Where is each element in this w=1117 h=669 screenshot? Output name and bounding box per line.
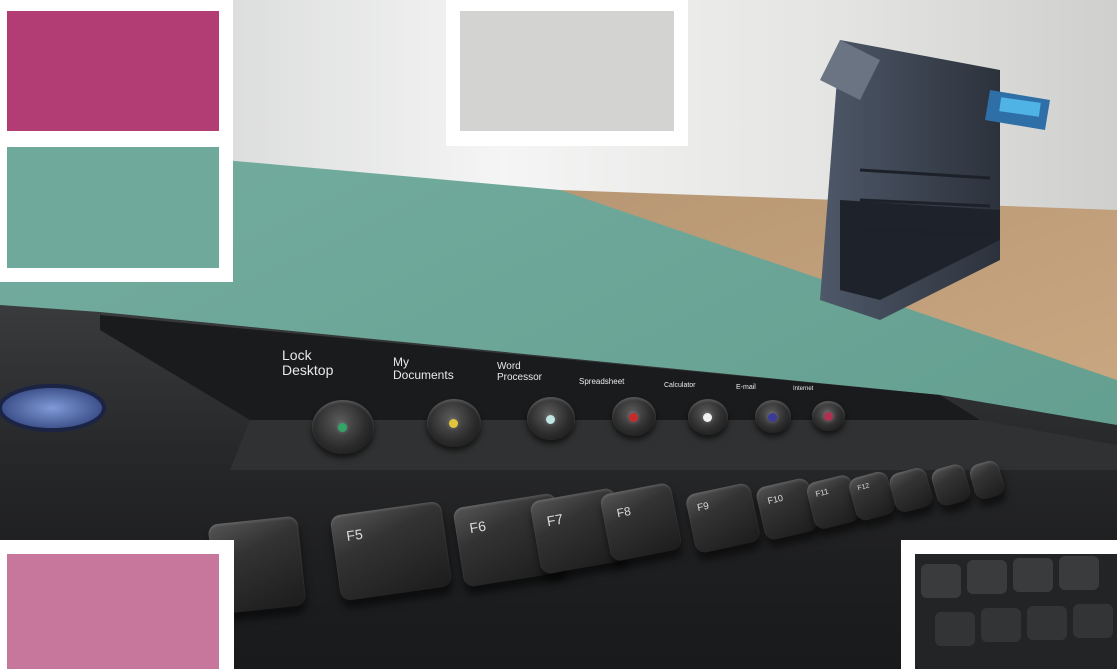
my-documents-key — [427, 399, 481, 447]
grey-tile — [446, 0, 688, 146]
white-led-icon — [703, 413, 712, 422]
word-processor-key — [527, 397, 575, 440]
hotkey-label-calculator: Calculator — [664, 382, 696, 389]
internet-key — [812, 401, 845, 431]
hotkey-label-my-documents: My Documents — [393, 355, 454, 382]
grey-fill — [460, 11, 674, 131]
hotkey-label-internet: Internet — [793, 386, 814, 392]
hotkey-label-lock-desktop: Lock Desktop — [282, 347, 334, 378]
f5-key: F5 — [329, 500, 453, 602]
hotkey-label-word-processor: Word Processor — [497, 361, 543, 383]
lock-desktop-key — [312, 400, 374, 454]
pink-fill — [7, 554, 219, 669]
pink-tile — [0, 540, 234, 669]
hotkey-label-spreadsheet: Spreadsheet — [579, 377, 625, 386]
email-key — [755, 400, 791, 433]
photo-scene: Lock Desktop My Documents Word Processor… — [0, 0, 1117, 669]
f8-key: F8 — [599, 481, 683, 563]
calculator-key — [688, 399, 728, 435]
spreadsheet-key — [612, 397, 656, 436]
red-led-icon — [629, 412, 638, 422]
cyan-led-icon — [546, 414, 555, 424]
magenta-tile — [0, 0, 233, 145]
teal-tile — [0, 140, 233, 282]
hotkey-label-email: E-mail — [736, 384, 756, 391]
keyboard-detail-tile — [901, 540, 1117, 669]
green-led-icon — [338, 423, 347, 432]
yellow-led-icon — [449, 419, 458, 428]
magenta-fill — [7, 11, 219, 131]
pink-led-icon — [823, 412, 833, 421]
blue-led-icon — [768, 412, 777, 422]
teal-fill — [7, 147, 219, 268]
keyboard-closeup-image — [915, 554, 1117, 669]
